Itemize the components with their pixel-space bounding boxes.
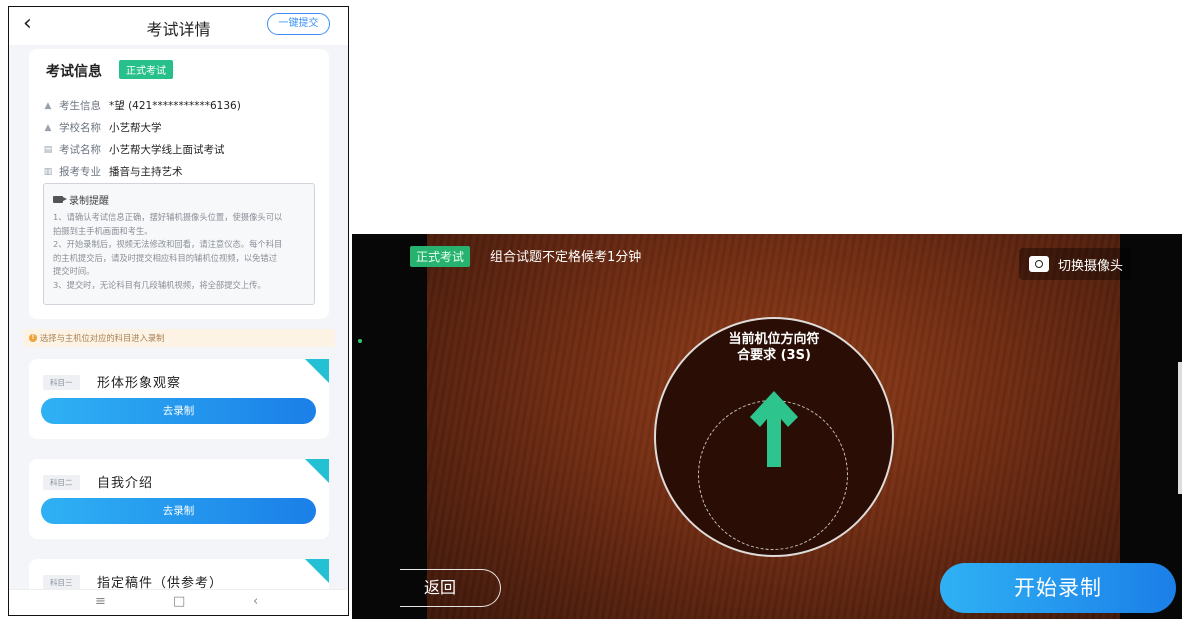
edge-strip — [1178, 362, 1182, 494]
reminder-line: 2、开始录制后，视频无法修改和回看，请注意仪态。每个科目 — [53, 239, 283, 249]
exam-info-heading: 考试信息 — [46, 64, 102, 80]
camera-screen: 正式考试 组合试题不定格候考1分钟 切换摄像头 当前机位方向符 合要求 (3S)… — [352, 234, 1182, 619]
status-line: 合要求 (3S) — [737, 348, 811, 363]
subject-number: 科目三 — [43, 575, 80, 590]
menu-icon[interactable]: ≡ — [95, 594, 106, 609]
info-row-candidate: ▲ 考生信息 *望 (421***********6136) — [43, 98, 241, 113]
info-row-exam: ▤ 考试名称 小艺帮大学线上面试考试 — [43, 142, 225, 157]
info-value: 播音与主持艺术 — [109, 166, 183, 178]
subject-card: 科目一 形体形象观察 去录制 — [29, 359, 329, 439]
switch-camera-label: 切换摄像头 — [1058, 258, 1124, 274]
tip-text: 选择与主机位对应的科目进入录制 — [40, 333, 165, 343]
reminder-line: 1、请确认考试信息正确，摆好辅机摄像头位置，使摄像头可以 — [53, 212, 283, 222]
start-recording-button[interactable]: 开始录制 — [940, 563, 1176, 613]
exam-info-card: 考试信息 正式考试 ▲ 考生信息 *望 (421***********6136)… — [29, 49, 329, 319]
reminder-title-text: 录制提醒 — [69, 196, 109, 207]
formal-exam-badge: 正式考试 — [119, 60, 173, 79]
back-button[interactable]: 返回 — [400, 569, 501, 607]
info-row-school: ▲ 学校名称 小艺帮大学 — [43, 120, 162, 135]
info-value: 小艺帮大学 — [109, 122, 162, 134]
tip-bar: ! 选择与主机位对应的科目进入录制 — [23, 329, 335, 347]
school-icon: ▲ — [44, 122, 52, 133]
major-icon: ▥ — [43, 166, 53, 177]
corner-tag-icon — [305, 559, 329, 583]
subject-name: 形体形象观察 — [97, 376, 182, 391]
system-nav-bar: ≡ □ ‹ — [9, 589, 348, 615]
subject-number: 科目二 — [43, 475, 80, 490]
arrow-up-icon — [750, 391, 798, 467]
formal-exam-badge: 正式考试 — [410, 246, 471, 267]
recording-reminder: 录制提醒 1、请确认考试信息正确，摆好辅机摄像头位置，使摄像头可以 拍摄到主手机… — [43, 183, 315, 305]
switch-camera-icon — [1029, 256, 1049, 272]
status-line: 当前机位方向符 — [728, 332, 820, 347]
submit-all-button[interactable]: 一键提交 — [267, 13, 330, 35]
corner-tag-icon — [305, 459, 329, 483]
indicator-dot — [358, 339, 362, 343]
info-label: 考试名称 — [59, 144, 101, 156]
orientation-status: 当前机位方向符 合要求 (3S) — [656, 332, 892, 364]
top-bar: ‹ 考试详情 一键提交 — [9, 7, 348, 45]
switch-camera-button[interactable]: 切换摄像头 — [1019, 248, 1131, 280]
info-label: 报考专业 — [59, 166, 101, 178]
reminder-title: 录制提醒 — [53, 192, 306, 207]
subject-number: 科目一 — [43, 375, 80, 390]
video-camera-icon — [53, 196, 67, 203]
exam-icon: ▤ — [43, 144, 53, 155]
home-icon[interactable]: □ — [173, 594, 185, 609]
info-label: 考生信息 — [59, 100, 101, 112]
info-label: 学校名称 — [59, 122, 101, 134]
reminder-line: 的主机提交后，请及时提交相应科目的辅机位视频，以免错过 — [53, 252, 278, 263]
info-value: 小艺帮大学线上面试考试 — [109, 144, 225, 156]
person-icon: ▲ — [44, 100, 52, 111]
corner-tag-icon — [305, 359, 329, 383]
phone-screen: ‹ 考试详情 一键提交 考试信息 正式考试 ▲ 考生信息 *望 (421****… — [8, 6, 349, 616]
orientation-indicator: 当前机位方向符 合要求 (3S) — [654, 317, 894, 557]
reminder-line: 提交时间。 — [53, 266, 95, 276]
reminder-line: 拍摄到主手机画面和考生。 — [53, 225, 153, 236]
back-icon[interactable]: ‹ — [253, 594, 258, 609]
reminder-line: 3、提交时，无论科目有几段辅机视频，将全部提交上传。 — [53, 279, 266, 290]
record-button[interactable]: 去录制 — [41, 398, 316, 424]
subject-card: 科目二 自我介绍 去录制 — [29, 459, 329, 539]
exam-message: 组合试题不定格候考1分钟 — [490, 250, 642, 265]
info-row-major: ▥ 报考专业 播音与主持艺术 — [43, 164, 183, 179]
record-button[interactable]: 去录制 — [41, 498, 316, 524]
info-value: *望 (421***********6136) — [109, 100, 241, 112]
info-icon: ! — [29, 334, 37, 342]
subject-name: 自我介绍 — [97, 476, 154, 491]
